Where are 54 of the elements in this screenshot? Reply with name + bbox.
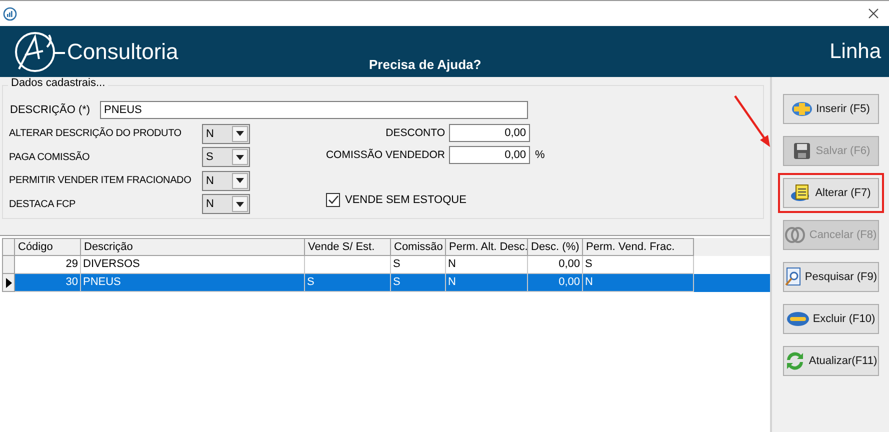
toolbar-button[interactable]: Excluir (F10) (782, 304, 878, 334)
column-header[interactable]: Comissão (391, 238, 446, 256)
field-label: DESTACA FCP (9, 198, 77, 210)
column-header[interactable]: Perm. Vend. Frac. (583, 238, 694, 256)
field-label: PERMITIR VENDER ITEM FRACIONADO (9, 175, 192, 186)
column-header[interactable]: Perm. Alt. Desc. (446, 238, 528, 256)
table-cell: N (583, 274, 694, 292)
field-label: DESCRIÇÃO (*) (10, 104, 92, 116)
dropdown-field[interactable]: N (202, 194, 250, 214)
minus-icon (786, 311, 810, 327)
commission-field[interactable]: 0,00 (449, 146, 530, 164)
field-label: COMISSÃO VENDEDOR (324, 149, 445, 161)
toolbar-button[interactable]: Pesquisar (F9) (782, 262, 878, 292)
dropdown-field[interactable]: N (202, 124, 250, 144)
dropdown-arrow-icon (236, 178, 244, 184)
plus-icon (791, 100, 814, 118)
dropdown-arrow-icon (236, 202, 244, 207)
app-icon (3, 6, 17, 20)
row-pointer-icon (6, 278, 12, 288)
column-header[interactable]: Descrição (81, 238, 305, 256)
table-cell: S (305, 274, 391, 292)
column-header[interactable]: Desc. (%) (528, 238, 583, 256)
dropdown-arrow-icon (236, 154, 244, 160)
unit-label: % (535, 149, 545, 161)
field-label: PAGA COMISSÃO (9, 152, 91, 163)
table-cell: S (391, 274, 446, 292)
field-label: DESCONTO (384, 127, 445, 139)
checkbox[interactable] (326, 193, 340, 207)
toolbar-button[interactable]: Alterar (F7) (782, 178, 878, 208)
column-header[interactable]: Código (15, 238, 81, 256)
row-indicator[interactable] (2, 274, 15, 292)
table-cell: 0,00 (528, 274, 583, 292)
field-label: ALTERAR DESCRIÇÃO DO PRODUTO (9, 128, 182, 140)
dropdown-arrow-icon (236, 131, 244, 136)
table-cell: PNEUS (81, 274, 305, 292)
brand-name: Consultoria (67, 38, 178, 64)
column-header[interactable]: Vende S/ Est. (305, 238, 391, 256)
group-legend: Dados cadastrais... (8, 77, 108, 89)
screen-title: Linha (830, 40, 881, 64)
search-icon (784, 267, 802, 287)
table-row[interactable]: 30 PNEUS S S N 0,00 N (2, 274, 770, 292)
toolbar-button[interactable]: Atualizar(F11) (782, 346, 878, 376)
dropdown-field[interactable]: N (202, 170, 250, 191)
dropdown-field[interactable]: S (202, 147, 250, 168)
annotation-arrow (733, 94, 773, 150)
cancel-icon (784, 226, 806, 244)
help-link[interactable]: Precisa de Ajuda? (369, 57, 769, 72)
table-cell: N (446, 274, 528, 292)
checkbox-label: VENDE SEM ESTOQUE (345, 194, 466, 206)
close-icon[interactable] (868, 8, 879, 19)
discount-field[interactable]: 0,00 (449, 124, 530, 142)
toolbar-button[interactable]: Inserir (F5) (782, 94, 878, 124)
table-cell: 30 (15, 274, 81, 292)
description-field[interactable]: PNEUS (100, 101, 528, 119)
